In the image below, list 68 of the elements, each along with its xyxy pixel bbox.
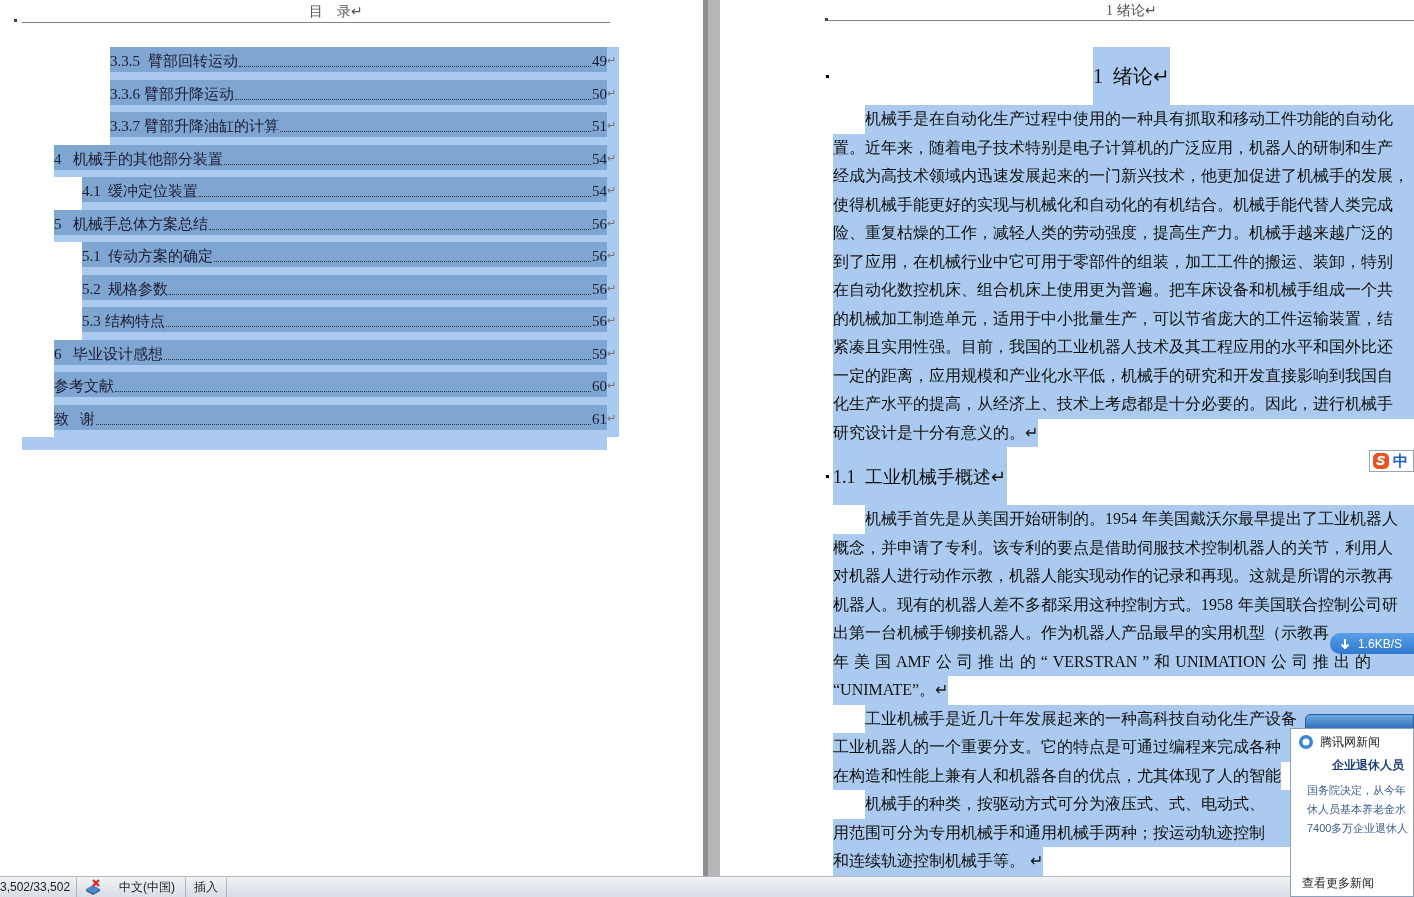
square-mark-icon: [825, 18, 828, 21]
news-text: 7400多万企业退休人: [1307, 821, 1410, 836]
news-text: 休人员基本养老金水: [1307, 802, 1407, 817]
page-number: 49: [592, 52, 607, 71]
toc-title: 5 机械手总体方案总结: [54, 214, 208, 234]
toc-title: 6 毕业设计感想: [54, 344, 163, 364]
toc-title: 5.3 结构特点: [82, 312, 165, 331]
page-number: 56: [592, 214, 607, 234]
page-number: 61: [592, 409, 607, 429]
page-number: 50: [592, 84, 607, 104]
page-number: 56: [592, 312, 607, 331]
toc-title: 5.1 传动方案的确定: [82, 247, 214, 266]
page-number: 54: [592, 149, 607, 169]
news-logo-icon: [1298, 734, 1314, 750]
page-header: 目 录↵: [308, 3, 363, 21]
toc-entry[interactable]: 5.2 规格参数 56↵: [82, 274, 619, 307]
toc-entry[interactable]: 3.3.5 臂部回转运动 49↵: [110, 47, 619, 80]
square-mark-icon: [826, 475, 829, 478]
ime-logo-icon: [1372, 452, 1390, 470]
toc-entry[interactable]: 5.3 结构特点 56↵: [82, 307, 619, 340]
toc-title: 4.1 缓冲定位装置: [82, 182, 199, 201]
toc-title: 致 谢: [54, 409, 96, 429]
paragraph-mark: ↵: [607, 85, 617, 101]
paragraph-mark: ↵: [607, 183, 617, 198]
toc-entry[interactable]: 5.1 传动方案的确定 56↵: [82, 242, 619, 275]
word-count[interactable]: 3,502/33,502: [0, 877, 78, 897]
page-number: 54: [592, 182, 607, 201]
paragraph-mark: ↵: [607, 150, 617, 166]
toc-entry[interactable]: 5 机械手总体方案总结 56↵: [54, 209, 619, 242]
insert-mode-indicator[interactable]: 插入: [186, 877, 228, 897]
paragraph-mark: ↵: [607, 53, 617, 68]
toc-entry[interactable]: 3.3.7 臂部升降油缸的计算 51↵: [110, 112, 619, 145]
page-number: 59: [592, 344, 607, 364]
toc-title: 参考文献: [54, 377, 114, 396]
section-heading: 1.1 工业机械手概述↵: [833, 447, 1007, 505]
toc-title: 3.3.5 臂部回转运动: [110, 52, 238, 71]
square-mark-icon: [826, 75, 829, 78]
language-indicator[interactable]: 中文(中国): [109, 877, 187, 897]
page-header: 1 绪论↵: [1106, 3, 1157, 19]
toc-entry[interactable]: 参考文献 60↵: [54, 372, 619, 405]
paragraph-mark: ↵: [607, 118, 617, 133]
paragraph-mark: ↵: [607, 215, 617, 231]
page-number: 51: [592, 117, 607, 136]
page-number: 56: [592, 247, 607, 266]
paragraph-mark: ↵: [607, 313, 617, 328]
more-news-link[interactable]: 查看更多新闻: [1302, 874, 1374, 892]
toc-entry[interactable]: 4.1 缓冲定位装置 54↵: [82, 177, 619, 210]
toc-entry[interactable]: 致 谢 61↵: [54, 404, 619, 437]
spelling-check-icon[interactable]: [84, 879, 103, 895]
paragraph-mark: ↵: [607, 345, 617, 361]
paragraph-mark: ↵: [607, 248, 617, 263]
ime-status-button[interactable]: 中: [1369, 450, 1414, 472]
square-mark-icon: [14, 19, 17, 22]
chapter-heading: 1 绪论↵: [1093, 47, 1170, 105]
news-source: 腾讯网新闻: [1320, 734, 1380, 751]
paragraph-mark: ↵: [607, 410, 617, 426]
toc-entry[interactable]: 4 机械手的其他部分装置 54↵: [54, 144, 619, 177]
toc-title: 3.3.7 臂部升降油缸的计算: [110, 117, 279, 136]
toc-title: 5.2 规格参数: [82, 279, 169, 299]
paragraph-mark: ↵: [607, 280, 617, 296]
page-number: 56: [592, 279, 607, 299]
toc-entry[interactable]: 3.3.6 臂部升降运动 50↵: [110, 79, 619, 112]
toc-entry[interactable]: 6 毕业设计感想 59↵: [54, 339, 619, 372]
page-number: 60: [592, 377, 607, 396]
paragraph-mark: ↵: [607, 378, 617, 393]
toc-title: 3.3.6 臂部升降运动: [110, 84, 234, 104]
download-arrow-icon: [1340, 637, 1350, 650]
toc-title: 4 机械手的其他部分装置: [54, 149, 223, 169]
